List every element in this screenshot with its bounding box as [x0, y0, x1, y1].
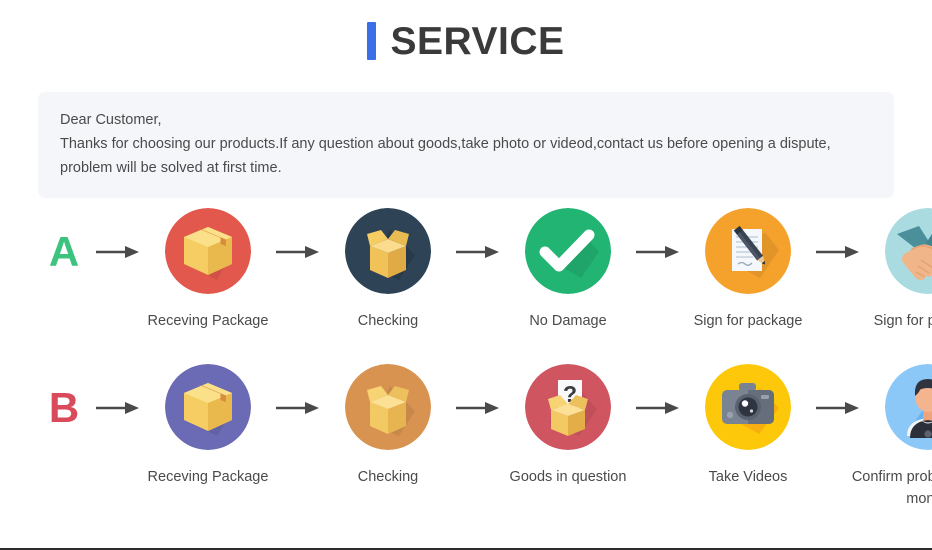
service-page: SERVICE Dear Customer, Thanks for choosi…: [0, 0, 932, 548]
step-label: Receving Package: [147, 313, 269, 329]
process-flow-a: A Receving Package Checking No Damage Si…: [0, 208, 932, 332]
arrow-icon: [92, 364, 144, 452]
step-label: Goods in question: [509, 469, 627, 485]
step-label: Sign for package: [873, 313, 932, 329]
checkmark-icon: [525, 208, 611, 294]
notice-line-greeting: Dear Customer,: [60, 112, 162, 128]
arrow-icon: [812, 208, 864, 296]
arrow-icon: [632, 364, 684, 452]
arrow-icon: [272, 364, 324, 452]
step-b-2: Checking: [324, 364, 452, 488]
step-label: No Damage: [529, 313, 607, 329]
step-label: Take Videos: [708, 469, 788, 485]
arrow-icon: [812, 364, 864, 452]
arrow-icon: [92, 208, 144, 296]
step-label: Confirm problem,refund money: [851, 469, 932, 507]
flow-label-b: B: [48, 384, 80, 431]
step-a-2: Checking: [324, 208, 452, 332]
open-box-icon: [345, 364, 431, 450]
process-flow-b: B Receving Package Checking ? Goods in q…: [0, 364, 932, 510]
step-b-5: Confirm problem,refund money: [852, 364, 932, 510]
flow-label-a: A: [48, 228, 80, 275]
open-box-icon: [345, 208, 431, 294]
notice-line-body: Thanks for choosing our products.If any …: [60, 136, 831, 152]
person-avatar-icon: [885, 364, 932, 450]
document-pen-icon: [705, 208, 791, 294]
arrow-icon: [452, 364, 504, 452]
page-title-text: SERVICE: [390, 19, 565, 63]
step-b-4: Take Videos: [684, 364, 812, 488]
step-label: Sign for package: [693, 313, 803, 329]
closed-box-icon: [165, 364, 251, 450]
closed-box-icon: [165, 208, 251, 294]
question-box-icon: ?: [525, 364, 611, 450]
step-a-3: No Damage: [504, 208, 632, 332]
step-a-4: Sign for package: [684, 208, 812, 332]
camera-icon: [705, 364, 791, 450]
arrow-icon: [452, 208, 504, 296]
arrow-icon: [272, 208, 324, 296]
step-label: Checking: [357, 469, 419, 485]
step-a-5: Sign for package: [864, 208, 932, 332]
page-title: SERVICE: [0, 0, 932, 61]
title-accent-bar: [367, 22, 377, 60]
arrow-icon: [632, 208, 684, 296]
step-b-1: Receving Package: [144, 364, 272, 488]
step-a-1: Receving Package: [144, 208, 272, 332]
step-label: Checking: [357, 313, 419, 329]
step-label: Receving Package: [147, 469, 269, 485]
notice-line-closing: problem will be solved at first time.: [60, 160, 282, 176]
step-b-3: ? Goods in question: [504, 364, 632, 488]
handshake-icon: [885, 208, 932, 294]
customer-notice: Dear Customer, Thanks for choosing our p…: [38, 92, 894, 198]
